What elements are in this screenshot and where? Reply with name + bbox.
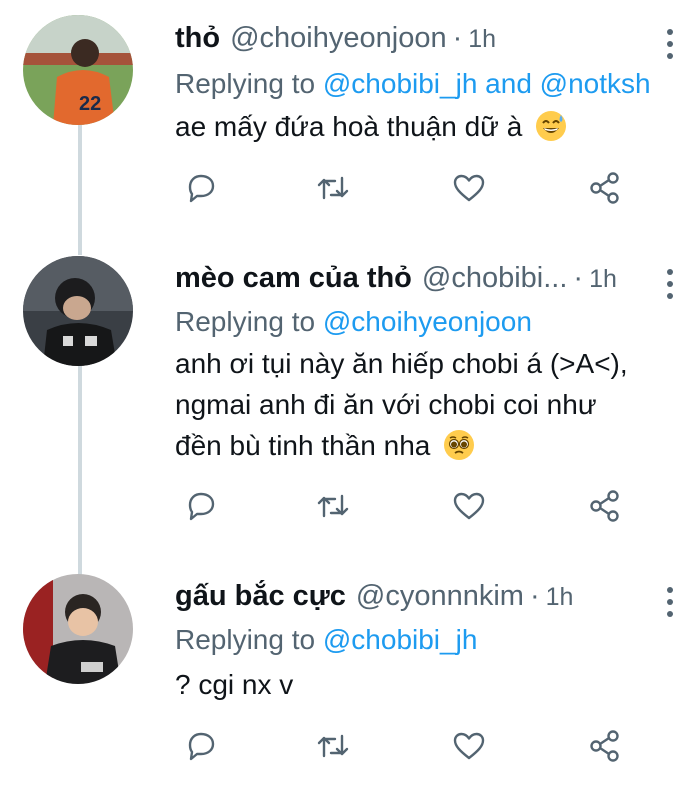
more-icon[interactable] [662,24,678,64]
pleading-face-emoji [444,430,475,460]
tweet-text: ae mấy đứa hoà thuận dữ à [175,106,655,147]
display-name[interactable]: mèo cam của thỏ [175,262,412,295]
tweet-actions [175,488,635,524]
tweet[interactable]: 22 thỏ @choihyeonjoon · 1h Replying to @… [0,0,692,240]
replying-prefix: Replying to [175,624,323,655]
share-icon[interactable] [587,728,623,764]
display-name[interactable]: thỏ [175,22,220,55]
tweet[interactable]: gấu bắc cực @cyonnnkim · 1h Replying to … [0,560,692,792]
timestamp[interactable]: 1h [546,583,574,612]
timestamp[interactable]: 1h [468,25,496,54]
tweet-text-body: anh ơi tụi này ăn hiếp chobi á (>A<), ng… [175,348,628,461]
replying-to: Replying to @choihyeonjoon [175,306,692,338]
tweet-header: thỏ @choihyeonjoon · 1h [175,22,652,62]
timestamp[interactable]: 1h [589,265,617,294]
tweet-text: ? cgi nx v [175,664,655,705]
replying-to: Replying to @chobibi_jh and @notksh [175,68,692,100]
retweet-icon[interactable] [315,488,351,524]
separator-dot: · [529,580,540,612]
tweet[interactable]: mèo cam của thỏ @chobibi... · 1h Replyin… [0,240,692,570]
more-icon[interactable] [662,582,678,622]
tweet-header: mèo cam của thỏ @chobibi... · 1h [175,262,652,302]
separator-dot: · [452,22,463,54]
retweet-icon[interactable] [315,170,351,206]
tweet-text-body: ae mấy đứa hoà thuận dữ à [175,111,523,142]
reply-icon[interactable] [183,170,219,206]
reply-mention-link[interactable]: @choihyeonjoon [323,306,532,337]
sweat-smile-emoji [536,111,567,141]
share-icon[interactable] [587,488,623,524]
share-icon[interactable] [587,170,623,206]
reply-mention-link[interactable]: @chobibi_jh and @notksh [323,68,651,99]
tweet-text-body: ? cgi nx v [175,669,294,700]
separator-dot: · [573,262,584,294]
replying-to: Replying to @chobibi_jh [175,624,692,656]
tweet-text: anh ơi tụi này ăn hiếp chobi á (>A<), ng… [175,343,645,466]
user-handle[interactable]: @choihyeonjoon [230,22,446,55]
tweet-header: gấu bắc cực @cyonnnkim · 1h [175,580,652,620]
replying-prefix: Replying to [175,68,323,99]
svg-text:22: 22 [79,93,101,115]
replying-prefix: Replying to [175,306,323,337]
reply-icon[interactable] [183,488,219,524]
heart-icon[interactable] [451,728,487,764]
reply-icon[interactable] [183,728,219,764]
tweet-actions [175,170,635,206]
display-name[interactable]: gấu bắc cực [175,580,346,613]
retweet-icon[interactable] [315,728,351,764]
tweet-actions [175,728,635,764]
user-handle[interactable]: @cyonnnkim [356,580,524,613]
avatar[interactable] [23,574,133,684]
avatar[interactable] [23,256,133,366]
user-handle[interactable]: @chobibi... [422,262,568,295]
heart-icon[interactable] [451,170,487,206]
more-icon[interactable] [662,264,678,304]
reply-mention-link[interactable]: @chobibi_jh [323,624,478,655]
heart-icon[interactable] [451,488,487,524]
avatar[interactable]: 22 [23,15,133,125]
